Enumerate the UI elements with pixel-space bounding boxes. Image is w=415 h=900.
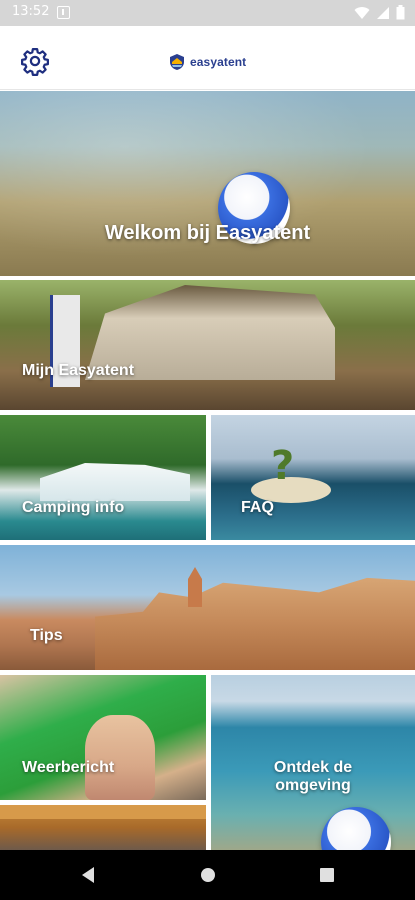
town-image xyxy=(95,577,415,670)
battery-icon xyxy=(396,5,405,20)
tile-weerbericht[interactable]: Weerbericht xyxy=(0,675,206,800)
tile-ontdek-de-omgeving[interactable]: Ontdek de omgeving xyxy=(211,675,415,850)
tile-tips[interactable]: Tips xyxy=(0,545,415,670)
recents-icon xyxy=(320,868,334,882)
tile-faq-label: FAQ xyxy=(241,499,274,516)
question-mark-icon: ? xyxy=(271,443,295,489)
child-pool-float-image xyxy=(85,715,155,800)
system-nav-bar xyxy=(0,850,415,900)
tile-faq[interactable]: ? FAQ xyxy=(211,415,415,540)
tile-partial-bottom[interactable] xyxy=(0,805,206,850)
status-time: 13:52 xyxy=(12,4,50,19)
home-icon xyxy=(201,868,215,882)
status-bar: 13:52 xyxy=(0,0,415,26)
tile-ontdek-label-line2: omgeving xyxy=(275,777,351,794)
tile-ontdek-label-line1: Ontdek de xyxy=(273,759,353,776)
tile-mijn-easyatent[interactable]: Mijn Easyatent xyxy=(0,280,415,410)
status-icons xyxy=(354,5,405,20)
settings-gear-icon xyxy=(21,48,49,76)
notification-icon xyxy=(57,6,70,19)
tile-weerbericht-label: Weerbericht xyxy=(22,759,115,776)
waterfall-image xyxy=(40,463,190,501)
tile-mijn-easyatent-label: Mijn Easyatent xyxy=(22,362,135,379)
nav-home-button[interactable] xyxy=(197,864,219,886)
welcome-banner[interactable]: Welkom bij Easyatent xyxy=(0,91,415,276)
brand-logo-icon xyxy=(170,54,184,70)
tile-ontdek-label: Ontdek de omgeving xyxy=(211,759,415,795)
brand-name: easyatent xyxy=(190,55,247,69)
wifi-icon xyxy=(354,6,370,19)
app-header: easyatent xyxy=(0,26,415,90)
tile-tips-label: Tips xyxy=(30,627,63,644)
back-icon xyxy=(82,867,94,883)
brand-logo: easyatent xyxy=(168,53,246,71)
church-tower-image xyxy=(188,567,202,607)
settings-button[interactable] xyxy=(20,46,50,76)
nav-back-button[interactable] xyxy=(78,864,100,886)
signal-icon xyxy=(377,6,389,19)
tile-camping-info[interactable]: Camping info xyxy=(0,415,206,540)
welcome-label: Welkom bij Easyatent xyxy=(104,222,311,244)
cabin-roof-image xyxy=(0,805,206,819)
nav-recents-button[interactable] xyxy=(316,864,338,886)
tile-camping-info-label: Camping info xyxy=(22,499,125,516)
beach-ball-image xyxy=(321,807,391,850)
